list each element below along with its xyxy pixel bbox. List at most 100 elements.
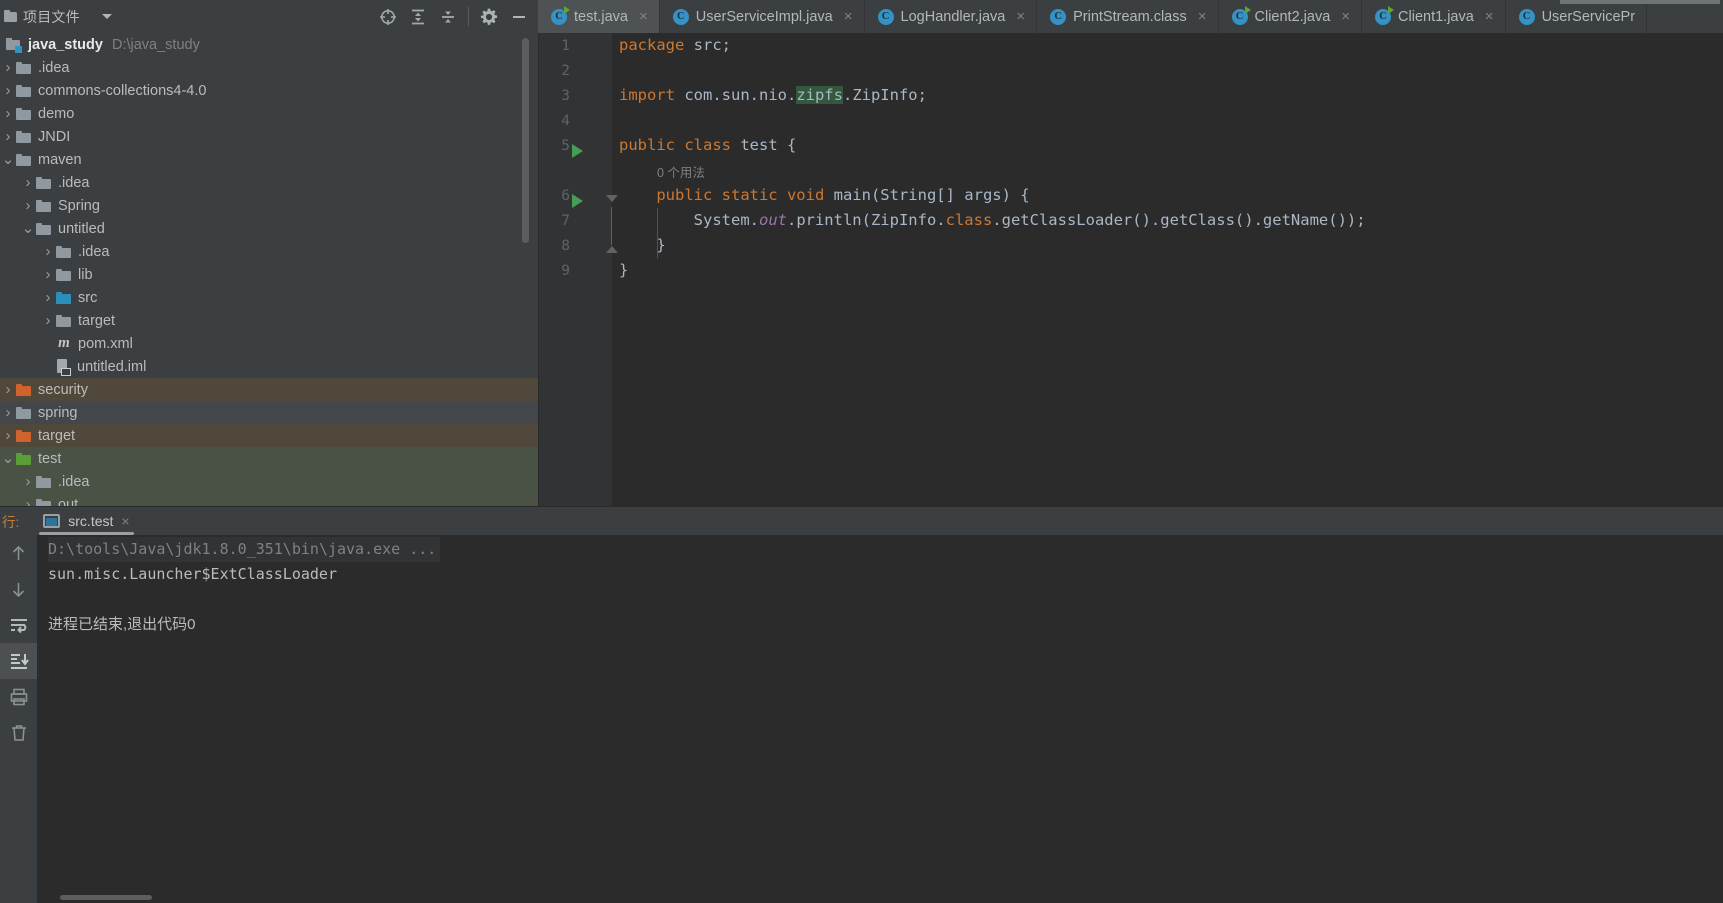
chevron-right-icon[interactable]: › xyxy=(20,496,36,506)
close-icon[interactable]: × xyxy=(1198,9,1207,24)
tree-item-demo[interactable]: › demo xyxy=(0,102,538,125)
code-editor[interactable]: 1 2 3 4 5 6 7 8 9 package src; import com.sun.nio… xyxy=(539,33,1723,506)
code-token: .getClassLoader().getClass().getName()); xyxy=(992,211,1366,229)
chevron-right-icon[interactable]: › xyxy=(40,266,56,283)
arrow-down-icon[interactable] xyxy=(0,571,37,607)
tree-item-test[interactable]: ⌄ test xyxy=(0,447,538,470)
ide-window: 项目文件 C test.java × C UserServiceImpl.jav… xyxy=(0,0,1723,903)
project-panel-header: 项目文件 xyxy=(0,0,538,33)
tree-item-target[interactable]: › target xyxy=(0,424,538,447)
tree-item--idea[interactable]: › .idea xyxy=(0,171,538,194)
chevron-right-icon[interactable]: › xyxy=(40,312,56,329)
expand-all-icon[interactable] xyxy=(403,2,433,32)
code-token: test { xyxy=(740,136,797,154)
chevron-right-icon[interactable]: › xyxy=(0,105,16,122)
editor-tab-client1-java[interactable]: C Client1.java × xyxy=(1362,0,1506,33)
editor-gutter[interactable]: 1 2 3 4 5 6 7 8 9 xyxy=(539,33,618,506)
code-token: import xyxy=(619,86,685,104)
folder-icon xyxy=(36,222,51,235)
console-horizontal-scrollbar[interactable] xyxy=(60,895,152,900)
tree-scrollbar[interactable] xyxy=(522,38,529,243)
tree-item-lib[interactable]: › lib xyxy=(0,263,538,286)
editor-tab-client2-java[interactable]: C Client2.java × xyxy=(1219,0,1363,33)
tree-item-untitled-iml[interactable]: untitled.iml xyxy=(0,355,538,378)
close-icon[interactable]: × xyxy=(1485,9,1494,24)
tree-item-maven[interactable]: ⌄ maven xyxy=(0,148,538,171)
line-number-6: 6 xyxy=(561,188,570,204)
arrow-up-icon[interactable] xyxy=(0,535,37,571)
tree-item-untitled[interactable]: ⌄ untitled xyxy=(0,217,538,240)
editor-tab-printstream-class[interactable]: C PrintStream.class × xyxy=(1037,0,1219,33)
locate-icon[interactable] xyxy=(373,2,403,32)
tree-item-label: .idea xyxy=(38,59,70,76)
editor-tab-userserviceimpl-java[interactable]: C UserServiceImpl.java × xyxy=(660,0,865,33)
soft-wrap-icon[interactable] xyxy=(0,607,37,643)
chevron-right-icon[interactable]: › xyxy=(20,473,36,490)
code-line-8: } xyxy=(619,233,665,258)
tree-item-src[interactable]: › src xyxy=(0,286,538,309)
close-icon[interactable]: × xyxy=(844,9,853,24)
tree-item-commons-collections4-4-0[interactable]: › commons-collections4-4.0 xyxy=(0,79,538,102)
code-token: out xyxy=(758,211,787,229)
code-token: System. xyxy=(619,211,759,229)
collapse-all-icon[interactable] xyxy=(433,2,463,32)
chevron-right-icon[interactable]: › xyxy=(0,82,16,99)
chevron-right-icon[interactable]: › xyxy=(0,381,16,398)
tree-row-root[interactable]: java_study D:\java_study xyxy=(0,33,538,56)
chevron-right-icon[interactable]: › xyxy=(20,197,36,214)
inlay-usage-hint[interactable]: 0 个用法 xyxy=(657,161,705,186)
tree-item--idea[interactable]: › .idea xyxy=(0,240,538,263)
project-tree[interactable]: java_study D:\java_study › .idea › commons-… xyxy=(0,33,538,506)
code-token: public class xyxy=(619,136,741,154)
gear-icon[interactable] xyxy=(474,2,504,32)
tree-item-out[interactable]: › out xyxy=(0,493,538,506)
run-gutter-icon-class[interactable] xyxy=(572,144,583,158)
console-tab-label: src.test xyxy=(68,513,114,529)
chevron-right-icon[interactable]: › xyxy=(0,404,16,421)
print-icon[interactable] xyxy=(0,679,37,715)
editor-tab-test-java[interactable]: Ctest.java × xyxy=(538,0,660,33)
minimize-icon[interactable] xyxy=(504,2,534,32)
tree-item-pom-xml[interactable]: m pom.xml xyxy=(0,332,538,355)
chevron-right-icon[interactable]: › xyxy=(20,174,36,191)
chevron-right-icon[interactable]: › xyxy=(40,243,56,260)
scroll-to-end-icon[interactable] xyxy=(0,643,37,679)
run-gutter-icon-main[interactable] xyxy=(572,194,583,208)
console-tab-src-test[interactable]: src.test × xyxy=(37,507,135,535)
tree-item-label: untitled xyxy=(58,220,105,237)
tree-item-spring[interactable]: › spring xyxy=(0,401,538,424)
tree-item-label: .idea xyxy=(58,473,90,490)
tree-item-security[interactable]: › security xyxy=(0,378,538,401)
chevron-right-icon[interactable]: › xyxy=(0,128,16,145)
code-token: com.sun.nio. xyxy=(684,86,797,104)
editor-code-area[interactable]: package src; import com.sun.nio.zipfs.Zip… xyxy=(612,33,1723,506)
tree-item--idea[interactable]: › .idea xyxy=(0,56,538,79)
code-token: main(String[] args) { xyxy=(833,186,1030,204)
chevron-down-icon[interactable] xyxy=(101,14,112,19)
chevron-right-icon[interactable]: › xyxy=(0,427,16,444)
console-side-toolbar xyxy=(0,535,37,903)
line-number-7: 7 xyxy=(561,213,570,229)
editor-tab-userservicepr[interactable]: C UserServicePr xyxy=(1506,0,1648,33)
maven-file-icon: m xyxy=(58,335,70,351)
chevron-right-icon[interactable]: › xyxy=(0,59,16,76)
editor-tab-loghandler-java[interactable]: C LogHandler.java × xyxy=(865,0,1038,33)
chevron-down-icon[interactable]: ⌄ xyxy=(20,221,36,236)
tree-item--idea[interactable]: › .idea xyxy=(0,470,538,493)
project-panel-title-group[interactable]: 项目文件 xyxy=(4,7,112,27)
close-icon[interactable]: × xyxy=(1341,9,1350,24)
line-number-9: 9 xyxy=(561,263,570,279)
close-icon[interactable]: × xyxy=(121,513,129,529)
tab-scroll-indicator[interactable] xyxy=(1560,0,1720,4)
chevron-down-icon[interactable]: ⌄ xyxy=(0,152,16,167)
console-line-0: D:\tools\Java\jdk1.8.0_351\bin\java.exe … xyxy=(48,537,441,562)
tree-item-jndi[interactable]: › JNDI xyxy=(0,125,538,148)
chevron-right-icon[interactable]: › xyxy=(40,289,56,306)
chevron-down-icon[interactable]: ⌄ xyxy=(0,451,16,466)
close-icon[interactable]: × xyxy=(639,9,648,24)
trash-icon[interactable] xyxy=(0,715,37,751)
tree-item-spring[interactable]: › Spring xyxy=(0,194,538,217)
close-icon[interactable]: × xyxy=(1016,9,1025,24)
tree-item-target[interactable]: › target xyxy=(0,309,538,332)
